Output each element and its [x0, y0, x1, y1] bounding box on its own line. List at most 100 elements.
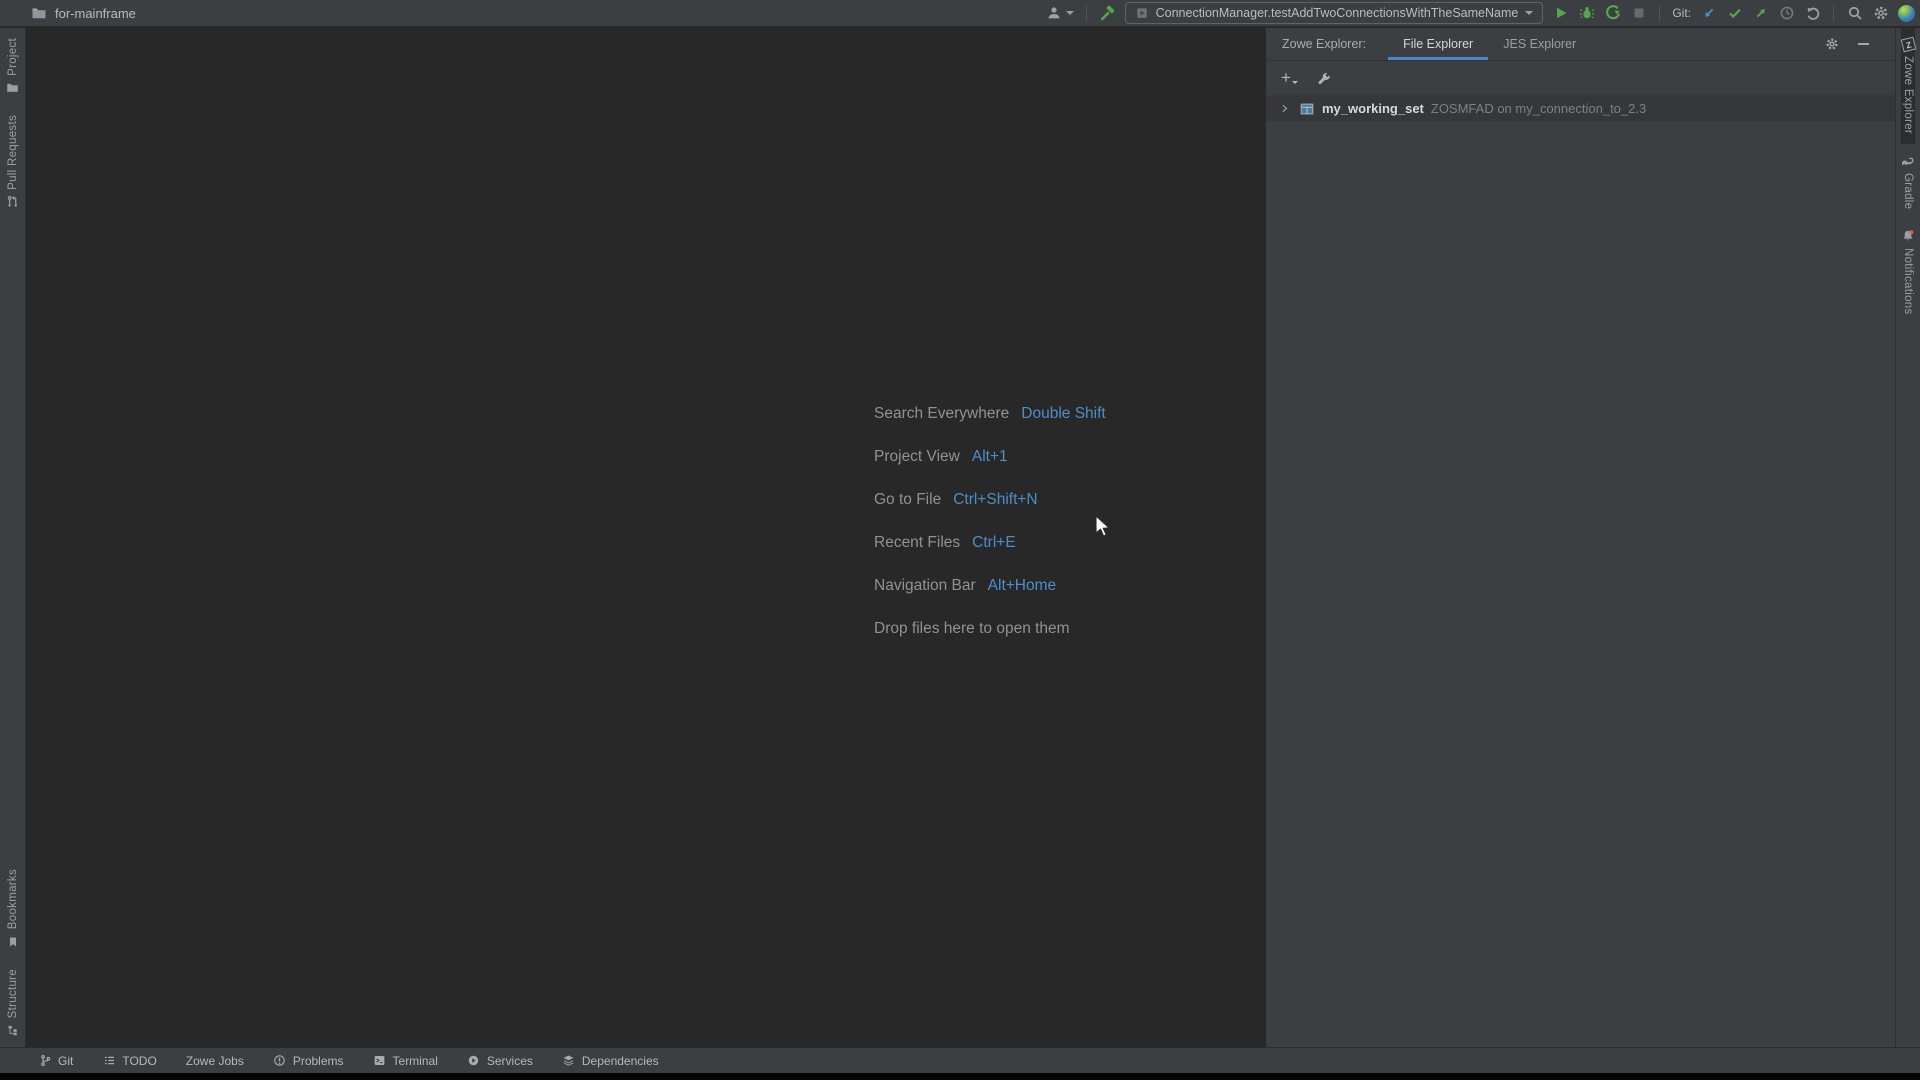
main-area: Project Pull Requests Bookmarks Structur…	[0, 28, 1920, 1047]
run-configuration-icon	[1135, 6, 1149, 20]
working-set-name: my_working_set	[1322, 101, 1424, 116]
code-with-me-users-button[interactable]	[1046, 5, 1074, 22]
editor-empty-area: Search Everywhere Double Shift Project V…	[26, 28, 1266, 1047]
hint-label: Search Everywhere	[874, 404, 1010, 422]
zowe-panel-toolbar: +	[1266, 61, 1895, 96]
statusbar-label: Problems	[292, 1053, 344, 1068]
zowe-explorer-stripe-label: Zowe Explorer	[1902, 56, 1914, 135]
toolbar-separator	[1659, 5, 1661, 21]
pull-request-icon	[6, 195, 20, 209]
hint-shortcut: Ctrl+E	[972, 533, 1016, 551]
hint-label: Go to File	[874, 490, 942, 508]
sidebar-item-pull-requests[interactable]: Pull Requests	[6, 105, 20, 219]
settings-gear-button[interactable]	[1872, 5, 1889, 22]
mouse-cursor	[1094, 515, 1114, 539]
structure-stripe-label: Structure	[6, 968, 19, 1018]
tree-row-working-set[interactable]: my_working_set ZOSMFAD on my_connection_…	[1266, 96, 1895, 121]
chevron-right-icon[interactable]	[1277, 102, 1291, 116]
run-button[interactable]	[1552, 5, 1569, 22]
hint-row: Recent Files Ctrl+E	[874, 521, 1106, 564]
bookmark-icon	[6, 935, 20, 949]
run-configuration-select[interactable]: ConnectionManager.testAddTwoConnectionsW…	[1124, 2, 1544, 24]
terminal-icon	[373, 1054, 387, 1068]
editor-shortcut-hints: Search Everywhere Double Shift Project V…	[874, 392, 1106, 650]
zowe-panel-title: Zowe Explorer:	[1282, 37, 1367, 51]
build-hammer-button[interactable]	[1099, 5, 1116, 22]
toolbar-separator	[1833, 5, 1834, 21]
hint-shortcut: Double Shift	[1021, 404, 1106, 422]
sidebar-item-gradle[interactable]: Gradle	[1901, 144, 1915, 219]
statusbar-label: Terminal	[392, 1053, 438, 1068]
hint-row: Navigation Bar Alt+Home	[874, 564, 1106, 607]
zowe-logo-icon: Z	[1900, 36, 1916, 53]
chevron-down-icon	[1065, 11, 1074, 15]
search-everywhere-button[interactable]	[1846, 5, 1863, 22]
sidebar-item-bookmarks[interactable]: Bookmarks	[6, 859, 20, 958]
project-stripe-label: Project	[6, 38, 19, 76]
git-commit-button[interactable]	[1726, 5, 1743, 22]
debug-button[interactable]	[1578, 5, 1595, 22]
status-bar: Git TODO Zowe Jobs Problems Terminal Ser…	[0, 1047, 1920, 1073]
statusbar-item-zowe-jobs[interactable]: Zowe Jobs	[186, 1054, 244, 1068]
stop-button[interactable]	[1630, 5, 1647, 22]
sidebar-item-notifications[interactable]: Notifications	[1901, 219, 1915, 325]
rollback-button[interactable]	[1804, 5, 1821, 22]
statusbar-item-problems[interactable]: Problems	[273, 1054, 344, 1068]
sidebar-item-structure[interactable]: Structure	[6, 959, 20, 1047]
tab-jes-explorer[interactable]: JES Explorer	[1488, 28, 1591, 60]
hint-shortcut: Alt+Home	[987, 576, 1057, 594]
zowe-panel-header: Zowe Explorer: File Explorer JES Explore…	[1266, 28, 1895, 61]
statusbar-label: Dependencies	[581, 1053, 659, 1068]
panel-settings-gear-icon[interactable]	[1825, 37, 1839, 51]
tab-file-explorer[interactable]: File Explorer	[1388, 28, 1489, 60]
git-push-button[interactable]	[1752, 5, 1769, 22]
window-title: for-mainframe	[55, 5, 136, 21]
hint-row-drop-files: Drop files here to open them	[874, 607, 1106, 650]
run-configuration-name: ConnectionManager.testAddTwoConnectionsW…	[1155, 6, 1519, 20]
git-label: Git:	[1672, 6, 1691, 20]
statusbar-item-dependencies[interactable]: Dependencies	[562, 1054, 659, 1068]
edit-wrench-button[interactable]	[1317, 71, 1331, 85]
working-set-detail: ZOSMFAD on my_connection_to_2.3	[1430, 101, 1647, 116]
toolbar-separator	[1085, 5, 1087, 21]
dependencies-layers-icon	[562, 1054, 576, 1068]
statusbar-item-services[interactable]: Services	[467, 1054, 533, 1068]
structure-icon	[6, 1023, 20, 1037]
problems-icon	[273, 1054, 287, 1068]
hint-row: Project View Alt+1	[874, 435, 1106, 478]
statusbar-label: Zowe Jobs	[185, 1053, 244, 1068]
hint-label: Project View	[874, 447, 960, 465]
history-clock-button[interactable]	[1778, 5, 1795, 22]
pull-requests-stripe-label: Pull Requests	[6, 114, 19, 190]
statusbar-item-terminal[interactable]: Terminal	[373, 1054, 438, 1068]
chevron-down-icon	[1291, 81, 1298, 84]
sidebar-item-project[interactable]: Project	[6, 28, 20, 105]
chevron-down-icon	[1525, 11, 1534, 15]
zowe-explorer-panel: Zowe Explorer: File Explorer JES Explore…	[1266, 28, 1895, 1047]
notifications-bell-icon	[1901, 229, 1915, 243]
statusbar-item-git[interactable]: Git	[38, 1054, 73, 1068]
git-branch-icon	[38, 1054, 52, 1068]
hint-label: Navigation Bar	[874, 576, 976, 594]
plus-icon: +	[1281, 68, 1291, 87]
add-working-set-button[interactable]: +	[1281, 68, 1298, 87]
hint-row: Go to File Ctrl+Shift+N	[874, 478, 1106, 521]
gradle-elephant-icon	[1901, 154, 1915, 168]
right-tool-stripe: Z Zowe Explorer Gradle Notifications	[1895, 28, 1920, 1047]
folder-icon	[6, 81, 20, 95]
todo-list-icon	[102, 1054, 116, 1068]
sidebar-item-zowe-explorer[interactable]: Z Zowe Explorer	[1900, 28, 1916, 145]
bookmarks-stripe-label: Bookmarks	[6, 869, 19, 930]
statusbar-label: Services	[486, 1053, 533, 1068]
notifications-stripe-label: Notifications	[1902, 248, 1914, 315]
project-folder-icon	[30, 5, 47, 22]
hint-row: Search Everywhere Double Shift	[874, 392, 1106, 435]
statusbar-item-todo[interactable]: TODO	[102, 1054, 157, 1068]
hide-panel-icon[interactable]	[1858, 43, 1869, 45]
hint-shortcut: Alt+1	[971, 447, 1008, 465]
ide-update-sphere-icon[interactable]	[1898, 4, 1915, 22]
hint-label: Recent Files	[874, 533, 961, 551]
run-with-coverage-button[interactable]	[1604, 5, 1621, 22]
git-update-button[interactable]	[1700, 5, 1717, 22]
left-tool-stripe: Project Pull Requests Bookmarks Structur…	[0, 28, 26, 1047]
